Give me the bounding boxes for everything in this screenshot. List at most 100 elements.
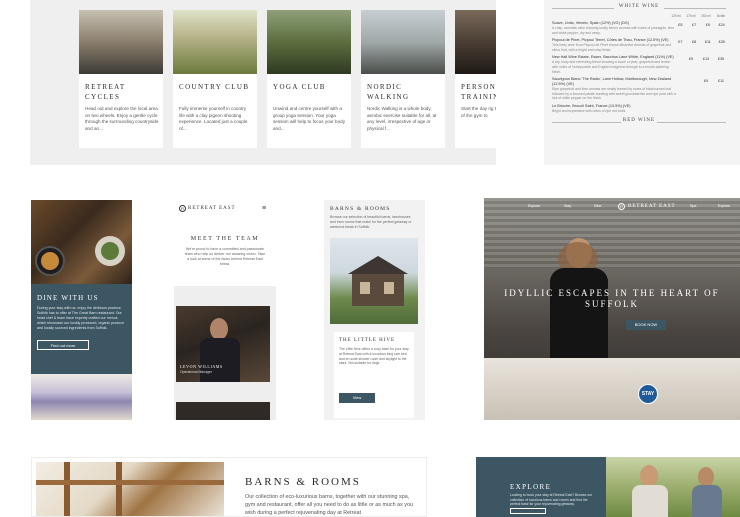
nav-item-explore-2[interactable]: Explore [718,204,730,208]
team-member-photo-2 [176,402,270,420]
barns-desktop-text: Our collection of eco-luxurious barns, t… [245,494,414,516]
team-member-photo[interactable]: LEVON WILLIAMS Operational Manager [176,306,270,382]
hero-nav: Explore Stay Dine R RETREAT EAST Spa Exp… [484,203,740,214]
barns-mobile-section: BARNS & ROOMS Browse our selection of be… [324,200,425,420]
wine-item: Soave, Unito, Veneto, Spain (12%) (VG) (… [552,21,726,35]
wine-item: Le Brioche, Brocoli Saint, France (13.5%… [552,104,726,114]
activity-card-title: COUNTRY CLUB [179,83,250,91]
wine-price: £35 [717,57,725,62]
wine-price: £8 [692,40,697,45]
wine-price: £9 [688,57,694,62]
team-member-name: LEVON WILLIAMS [180,364,223,369]
hero-section: Explore Stay Dine R RETREAT EAST Spa Exp… [484,198,740,420]
barns-mobile-heading: BARNS & ROOMS [330,206,391,212]
wine-price: £11 [704,40,711,45]
wine-description: Ripe grapefruit and lime aromas are neat… [552,87,676,101]
activity-card-title: YOGA CLUB [273,83,326,91]
hero-therapist [544,238,614,358]
wine-price-header: Bottle [716,14,726,18]
dine-heading: DINE WITH US [37,294,99,302]
retreat-east-logo-mark: R [179,205,186,212]
explore-photo [606,457,740,517]
dine-panel: DINE WITH US During your stay with us, e… [31,284,132,374]
little-hive-photo[interactable] [330,238,418,324]
activity-card-text: Nordic Walking is a whole body, aerobic … [367,106,437,131]
activity-card[interactable]: COUNTRY CLUB Fully immerse yourself in co… [173,10,257,148]
wine-prices: £9 £13 £35 [676,57,726,61]
hero-massage-table [484,358,740,420]
wine-price: £24 [718,23,725,27]
barn-interior-photo [36,462,224,516]
white-wine-heading: WHITE WINE [614,4,664,9]
explore-text: Looking to book your stay at Retreat Eas… [510,493,593,507]
wine-description: A crisp, aromatic wine showing lovely le… [552,26,675,35]
barns-desktop-section: BARNS & ROOMS Our collection of eco-luxu… [31,457,427,517]
activity-card-photo [361,10,445,74]
little-hive-card: THE LITTLE HIVE The Little Hive offers a… [334,332,414,418]
activity-card[interactable]: NORDIC WALKING Nordic Walking is a whole … [361,10,445,148]
little-hive-text: The Little Hive offers a cosy base for y… [339,347,409,366]
wine-price: £7 [692,23,697,27]
wine-price-header: 250 ml [701,14,711,18]
activity-card[interactable]: PERSON TRAININ Start the day rig tailored… [455,10,496,148]
explore-section: EXPLORE Looking to book your stay at Ret… [476,457,740,517]
activity-card-photo [79,10,163,74]
dine-button[interactable]: Find out more [37,340,89,350]
wine-item: Sauvignon Blanc 'The Radio', Lane Hollow… [552,77,726,101]
book-now-button[interactable]: BOOK NOW [626,320,666,330]
wine-items: 125 ml 175 ml 250 ml Bottle Soave, Unito, Ve… [552,14,726,114]
activity-card-title: NORDIC WALKING [367,83,410,101]
menu-icon[interactable]: ≡ [262,205,266,212]
activity-card-title: PERSON TRAININ [461,83,496,101]
activity-card-text: Unwind and centre yourself with a group … [273,106,346,131]
activity-card[interactable]: RETREAT CYCLES Head out and explore the l… [79,10,163,148]
activity-cards: RETREAT CYCLES Head out and explore the l… [79,10,496,150]
activity-card-title: RETREAT CYCLES [85,83,126,101]
activity-card-photo [267,10,351,74]
explore-button[interactable] [510,508,546,514]
wine-price: £7 [678,40,683,45]
explore-panel: EXPLORE Looking to book your stay at Ret… [476,457,606,517]
hero-logo-mark: R [618,203,625,210]
view-button[interactable]: View [339,393,375,403]
wine-price: £9 [703,79,709,84]
wine-description: A dry, fruity and refreshing blend showi… [552,60,671,74]
dine-section: DINE WITH US During your stay with us, e… [31,200,132,420]
nav-item-explore[interactable]: Explore [528,204,540,208]
wine-price-header: 175 ml [686,14,696,18]
barns-desktop-heading: BARNS & ROOMS [245,476,361,488]
stay-badge[interactable]: STAY [638,384,658,404]
wine-price: £11 [717,79,725,84]
team-text: We're proud to have a committed and pass… [184,247,266,266]
activity-card-text: Fully immerse yourself in country life w… [179,106,248,131]
little-hive-title: THE LITTLE HIVE [339,338,396,343]
nav-item-dine[interactable]: Dine [594,204,601,208]
wine-price-headers: 125 ml 175 ml 250 ml Bottle [552,14,726,18]
explore-heading: EXPLORE [510,483,552,491]
wine-list: WHITE WINE 125 ml 175 ml 250 ml Bottle Soave… [544,0,740,165]
activity-card-text: Start the day rig tailored person out of… [461,106,496,118]
red-wine-heading: RED WINE [621,117,657,123]
wine-price: £5 [678,23,683,27]
hero-headline-1: IDYLLIC ESCAPES IN THE HEART OF [504,288,720,298]
dine-food-photo [31,200,132,284]
wine-description: This lively wine from Picpoul de Pinet s… [552,43,672,52]
hero-headline-2: SUFFOLK [584,299,639,309]
barns-mobile-text: Browse our selection of beautiful barns,… [330,215,412,229]
team-section: R RETREAT EAST ≡ MEET THE TEAM We're pro… [174,200,276,420]
nav-item-spa[interactable]: Spa [690,204,696,208]
team-heading: MEET THE TEAM [190,236,260,242]
activity-card-photo [455,10,496,74]
hero-logo: RETREAT EAST [628,204,676,209]
team-card: LEVON WILLIAMS Operational Manager [174,286,276,420]
stay-badge-label: STAY [641,391,655,397]
dine-text: During your stay with us, enjoy the deli… [37,306,125,330]
wine-item: Picpoul de Pinet, Picpoul Terret, Côtes … [552,38,726,52]
wine-price: £28 [718,40,725,45]
team-member-role: Operational Manager [180,370,212,374]
nav-item-stay[interactable]: Stay [564,204,571,208]
wine-price: £13 [702,57,710,62]
activity-card[interactable]: YOGA CLUB Unwind and centre yourself with… [267,10,351,148]
activity-card-photo [173,10,257,74]
wine-prices: £7 £8 £11 £28 [676,40,726,44]
